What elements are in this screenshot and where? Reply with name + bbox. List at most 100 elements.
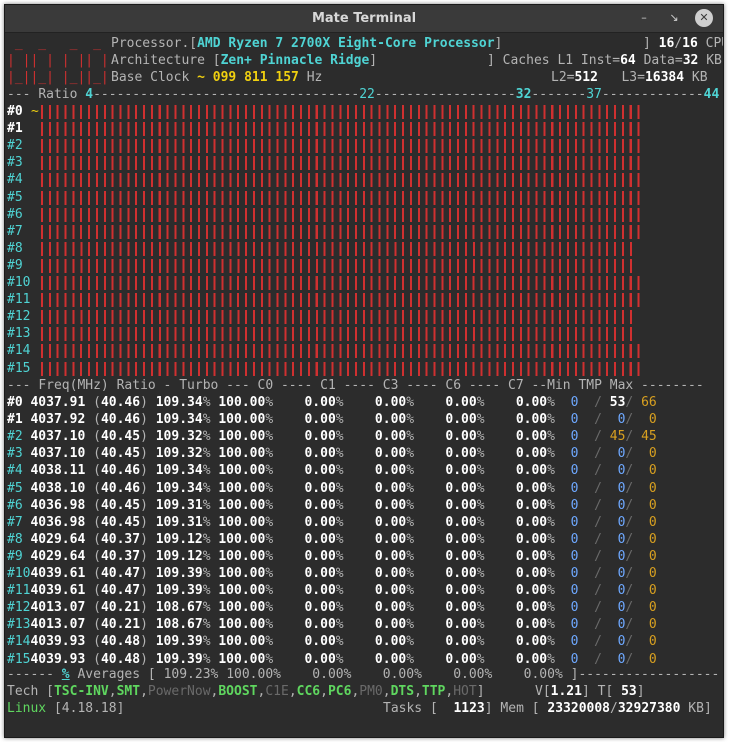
core-ratio: 40.45 — [100, 514, 141, 530]
close-button[interactable]: ✕ — [695, 9, 713, 27]
core-c6: 0.00 — [445, 583, 477, 599]
core-freq: 4038.10 — [30, 480, 86, 496]
core-temp-min: 0 — [570, 566, 579, 581]
core-ratio: 40.45 — [100, 497, 141, 513]
core-temp-min: 0 — [570, 548, 579, 564]
kernel-version: 4.18.18 — [61, 701, 117, 716]
core-temp-max: 0 — [641, 600, 657, 616]
bar-core-label: #2 — [7, 138, 23, 154]
core-freq: 4039.93 — [30, 634, 86, 650]
tasks-value: 1123 — [453, 701, 485, 716]
core-turbo: 108.67 — [155, 617, 203, 633]
title-bar[interactable]: Mate Terminal – ↘ ✕ — [5, 5, 723, 33]
core-c7: 0.00 — [515, 548, 548, 564]
core-c6: 0.00 — [445, 412, 477, 428]
core-turbo: 109.34 — [155, 463, 203, 479]
header-c0: C0 — [257, 378, 274, 393]
core-c0: 100.00 — [218, 617, 266, 633]
core-temp-min: 0 — [570, 531, 579, 547]
core-temp-max: 0 — [641, 463, 657, 479]
ratio-mark-44: 44 — [703, 87, 720, 102]
core-temp-current: 0 — [609, 514, 626, 530]
core-c0: 100.00 — [218, 446, 266, 462]
bar-core-label: #1 — [7, 121, 23, 137]
header-temp: Min TMP Max — [547, 378, 634, 393]
core-temp-min: 0 — [570, 463, 579, 479]
core-turbo: 108.67 — [155, 600, 203, 616]
core-c7: 0.00 — [515, 531, 548, 547]
core-turbo: 109.39 — [155, 583, 203, 599]
tasks-mem-status: Tasks [ 1123] Mem [ 23320008/32927380 KB… — [383, 701, 712, 716]
core-ratio: 40.45 — [100, 446, 141, 462]
l2-value: 512 — [574, 70, 598, 85]
base-clock-label: Base Clock — [111, 70, 190, 85]
core-temp-min: 0 — [570, 634, 579, 650]
core-turbo: 109.39 — [155, 566, 203, 581]
ratio-mark-32: 32 — [515, 87, 532, 102]
core-ratio: 40.37 — [100, 548, 141, 564]
core-freq: 4039.61 — [30, 583, 86, 599]
core-c0: 100.00 — [218, 412, 266, 428]
architecture-label: Architecture — [111, 53, 205, 68]
minimize-button[interactable]: – — [635, 9, 653, 27]
core-ratio: 40.37 — [100, 531, 141, 547]
architecture-value: Zen+ Pinnacle Ridge — [220, 53, 370, 68]
bar-core-label: #9 — [7, 257, 23, 273]
cpu-online: 16 — [658, 36, 675, 51]
core-temp-current: 0 — [609, 531, 626, 547]
core-id: #3 — [7, 446, 23, 462]
core-id: #8 — [7, 531, 23, 547]
temp-value: 53 — [621, 684, 637, 699]
frequency-bar — [41, 361, 645, 376]
cpu-count: ] 16/16 CPU — [643, 35, 723, 52]
core-freq: 4036.98 — [30, 514, 86, 530]
core-c6: 0.00 — [445, 566, 477, 581]
bar-core-label: #13 — [7, 326, 31, 342]
core-c6: 0.00 — [445, 634, 477, 650]
core-freq: 4013.07 — [30, 617, 86, 633]
frequency-bar — [41, 190, 645, 205]
avg-c6: 0.00 — [453, 667, 485, 682]
core-c3: 0.00 — [374, 412, 407, 428]
core-temp-max: 0 — [641, 514, 657, 530]
frequency-bar — [41, 327, 633, 342]
core-c6: 0.00 — [445, 531, 477, 547]
tech-feature: PowerNow — [147, 684, 211, 699]
tech-label: Tech — [7, 684, 39, 699]
core-id: #1 — [7, 412, 23, 428]
mem-label: Mem — [500, 701, 524, 716]
core-freq: 4013.07 — [30, 600, 86, 616]
core-temp-min: 0 — [570, 617, 579, 633]
frequency-bar — [41, 139, 645, 154]
core-c0: 100.00 — [218, 480, 266, 496]
core-c7: 0.00 — [515, 583, 548, 599]
maximize-button[interactable]: ↘ — [665, 9, 683, 27]
core-row: #2 4037.10 (40.45) 109.32% 100.00% 0.00%… — [7, 429, 657, 445]
core-row: #124013.07 (40.21) 108.67% 100.00% 0.00%… — [7, 600, 657, 616]
core-ratio: 40.46 — [100, 480, 141, 496]
frequency-bar — [41, 156, 645, 171]
core-c7: 0.00 — [515, 412, 548, 428]
core-c3: 0.00 — [374, 617, 407, 633]
header-c7: C7 — [508, 378, 524, 393]
core-id: #11 — [7, 583, 31, 599]
core-turbo: 109.31 — [155, 514, 203, 530]
core-freq: 4038.11 — [30, 463, 86, 479]
bar-core-label: #10 — [7, 275, 31, 290]
l1-inst-value: 64 — [620, 53, 636, 68]
cpu-total: 16 — [682, 36, 698, 51]
core-ratio: 40.21 — [100, 617, 141, 633]
core-id: #4 — [7, 463, 23, 479]
tech-feature: C1E — [265, 684, 289, 699]
ratio-ruler: --- Ratio 4-----------------------------… — [7, 87, 720, 102]
terminal-content[interactable]: _ _ _ _ Processor.[AMD Ryzen 7 2700X Eig… — [5, 33, 723, 737]
avg-c0: 100.00 — [226, 667, 274, 682]
core-id: #0 — [7, 395, 23, 410]
core-ratio: 40.47 — [100, 566, 141, 581]
core-temp-max: 0 — [641, 480, 657, 496]
core-c3: 0.00 — [374, 429, 407, 445]
percent-toggle[interactable]: % — [62, 667, 70, 682]
avg-c7: 0.00 — [523, 667, 555, 682]
core-c3: 0.00 — [374, 446, 407, 462]
frequency-bar — [41, 310, 633, 325]
